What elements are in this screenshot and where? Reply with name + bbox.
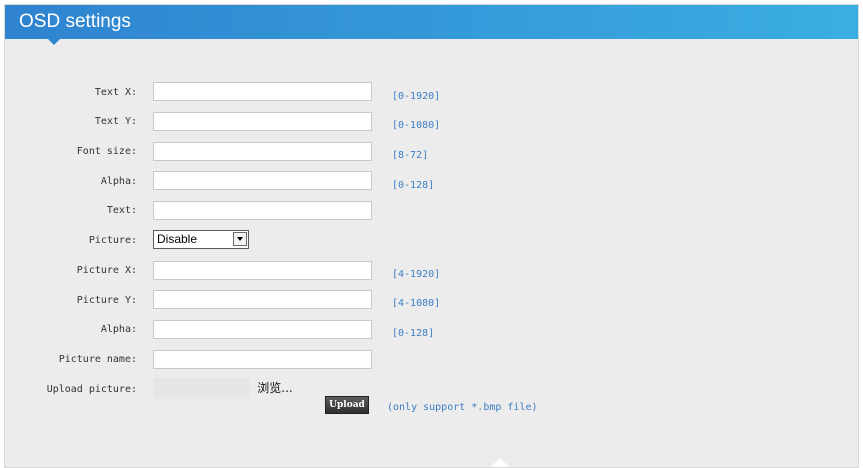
font-size-input[interactable] xyxy=(153,142,372,161)
picture-y-label: Picture Y: xyxy=(76,295,137,306)
chevron-down-icon[interactable] xyxy=(233,232,247,246)
upload-format-note: (only support *.bmp file) xyxy=(387,402,538,413)
text-x-label: Text X: xyxy=(94,87,137,98)
text-x-input[interactable] xyxy=(153,82,372,101)
text-y-label: Text Y: xyxy=(94,116,137,127)
picture-alpha-input[interactable] xyxy=(153,320,372,339)
picture-alpha-label: Alpha: xyxy=(100,324,137,335)
upload-picture-label: Upload picture: xyxy=(46,384,137,395)
osd-settings-panel: OSD settings Text X: [0-1920] Text Y: [0… xyxy=(4,4,859,468)
page-title: OSD settings xyxy=(19,11,131,32)
text-x-range: [0-1920] xyxy=(392,91,441,102)
text-y-input[interactable] xyxy=(153,112,372,131)
text-content-label: Text: xyxy=(106,205,137,216)
picture-x-label: Picture X: xyxy=(76,265,137,276)
text-content-input[interactable] xyxy=(153,201,372,220)
picture-name-input[interactable] xyxy=(153,350,372,369)
picture-y-input[interactable] xyxy=(153,290,372,309)
browse-button[interactable]: 浏览... xyxy=(253,378,297,399)
upload-button[interactable]: Upload xyxy=(325,396,369,414)
bottom-pointer xyxy=(491,458,509,467)
picture-y-range: [4-1080] xyxy=(392,298,441,309)
picture-name-label: Picture name: xyxy=(58,354,137,365)
picture-label: Picture: xyxy=(88,235,137,246)
font-size-range: [8-72] xyxy=(392,150,429,161)
font-size-label: Font size: xyxy=(76,146,137,157)
text-alpha-input[interactable] xyxy=(153,171,372,190)
file-path-field[interactable] xyxy=(153,378,250,399)
picture-x-input[interactable] xyxy=(153,261,372,280)
picture-select-value: Disable xyxy=(157,232,198,246)
text-alpha-range: [0-128] xyxy=(392,180,435,191)
text-y-range: [0-1080] xyxy=(392,120,441,131)
panel-header: OSD settings xyxy=(5,5,858,39)
picture-alpha-range: [0-128] xyxy=(392,328,435,339)
header-pointer xyxy=(48,39,60,45)
picture-select[interactable]: Disable xyxy=(153,230,249,249)
text-alpha-label: Alpha: xyxy=(100,176,137,187)
picture-x-range: [4-1920] xyxy=(392,269,441,280)
